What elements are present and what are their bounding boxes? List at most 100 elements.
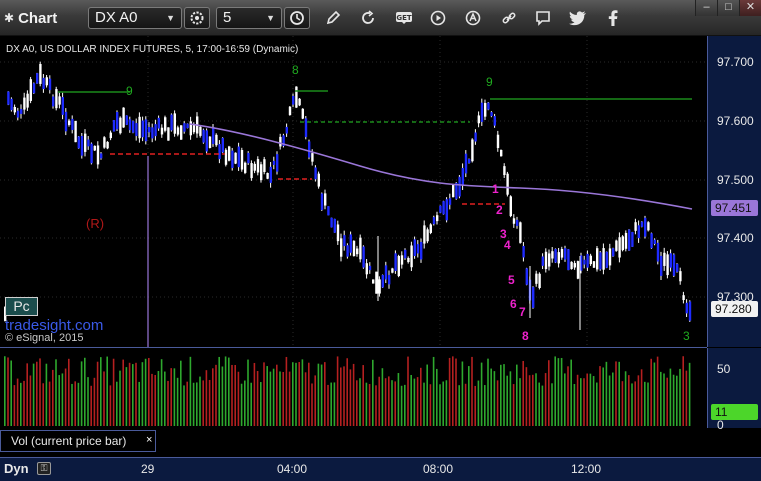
volume-bar [192, 382, 195, 426]
candle-body [525, 268, 528, 285]
volume-bar [477, 380, 480, 426]
dynamic-label[interactable]: Dyn [4, 461, 29, 476]
candle-body [45, 77, 48, 86]
candle-body [228, 146, 231, 161]
volume-bar [432, 356, 435, 426]
volume-bar [106, 356, 108, 426]
candle-body [647, 222, 650, 231]
refresh-icon[interactable] [358, 9, 378, 27]
candle-body [452, 184, 455, 198]
maximize-icon[interactable]: □ [717, 0, 739, 16]
candle-body [573, 263, 576, 268]
candle-body [324, 193, 327, 206]
volume-bar [112, 358, 115, 426]
candle-body [420, 241, 423, 260]
volume-bar [679, 368, 681, 426]
candle-body [109, 132, 112, 139]
volume-bar [244, 380, 246, 426]
candle-body [106, 141, 109, 149]
volume-bar [324, 362, 326, 426]
volume-bar [404, 384, 406, 426]
count-digit: 7 [519, 305, 526, 319]
price-axis[interactable]: 97.700 97.600 97.500 97.400 97.300 97.45… [707, 36, 761, 347]
candle-body [624, 232, 628, 249]
candle-body [634, 222, 637, 231]
volume-bar [42, 383, 44, 426]
candle-body [410, 245, 413, 268]
count-digit: 8 [522, 329, 529, 343]
volume-bar [519, 378, 521, 426]
chevron-down-icon[interactable]: ▼ [266, 8, 275, 28]
play-icon[interactable] [428, 9, 448, 27]
candle-body [567, 249, 570, 271]
volume-bar [212, 368, 214, 426]
volume-bar [336, 356, 339, 426]
candle-body [336, 224, 340, 242]
candle-body [58, 96, 61, 105]
facebook-icon[interactable] [603, 9, 623, 27]
volume-bar [471, 356, 473, 426]
candle-body [535, 273, 538, 284]
price-chart-canvas[interactable] [0, 36, 707, 457]
count-digit: 4 [504, 238, 511, 252]
get-icon[interactable]: GET [394, 9, 414, 27]
minimize-icon[interactable]: – [695, 0, 717, 16]
volume-bar [288, 371, 291, 426]
candle-body [10, 98, 13, 111]
candle-body [477, 115, 480, 124]
candle-body [650, 233, 653, 249]
volume-bar [653, 362, 656, 426]
volume-bar [260, 382, 262, 426]
star-icon[interactable]: ✱ [4, 11, 14, 25]
volume-bar [500, 364, 502, 426]
candle-body [445, 199, 448, 221]
comment-icon[interactable] [533, 9, 553, 27]
volume-layer [4, 356, 691, 426]
chart-area[interactable]: DX A0, US DOLLAR INDEX FUTURES, 5, 17:00… [0, 36, 761, 481]
pencil-icon[interactable] [323, 9, 343, 27]
symbol-input[interactable]: DX A0 ▼ [88, 7, 182, 29]
volume-bar [103, 371, 105, 426]
candle-body [365, 263, 368, 275]
volume-bar [167, 380, 169, 426]
chevron-down-icon[interactable]: ▼ [166, 8, 175, 28]
interval-input[interactable]: 5 ▼ [216, 7, 282, 29]
link-icon[interactable] [499, 9, 519, 27]
candle-body [32, 83, 36, 94]
candle-body [221, 137, 224, 153]
volume-bar [468, 366, 470, 426]
price-tick: 97.600 [717, 114, 754, 128]
candle-body [90, 143, 93, 164]
candle-body [314, 167, 317, 180]
candle-body [397, 255, 400, 277]
twitter-icon[interactable] [568, 9, 588, 27]
time-button[interactable] [284, 7, 310, 29]
candle-body [352, 240, 356, 257]
close-icon[interactable]: ✕ [739, 0, 761, 16]
volume-tick: 0 [717, 418, 724, 432]
time-axis[interactable]: Dyn ⚿ 29 04:00 08:00 12:00 [0, 457, 761, 481]
candle-body [96, 145, 100, 165]
candle-body [676, 263, 679, 272]
volume-bar [20, 382, 22, 426]
candle-body [7, 91, 10, 105]
pc-badge[interactable]: Pc [5, 297, 38, 316]
candle-body [340, 238, 343, 257]
candle-body [660, 255, 663, 276]
volume-bar [39, 358, 41, 426]
volume-bar [304, 372, 307, 426]
volume-bar [173, 368, 176, 426]
volume-bar [266, 366, 268, 426]
settings-button[interactable] [184, 7, 210, 29]
lock-icon[interactable]: ⚿ [37, 462, 51, 475]
candle-body [218, 144, 221, 160]
candle-body [186, 123, 189, 129]
window-controls: – □ ✕ [695, 0, 761, 16]
close-icon[interactable]: × [146, 430, 152, 450]
alert-icon[interactable] [463, 9, 483, 27]
volume-study-label[interactable]: Vol (current price bar) × [0, 430, 156, 452]
volume-axis[interactable]: 50 0 11 [707, 348, 761, 432]
volume-bar [410, 374, 412, 426]
candle-body [637, 225, 640, 239]
candle-body [538, 273, 541, 288]
